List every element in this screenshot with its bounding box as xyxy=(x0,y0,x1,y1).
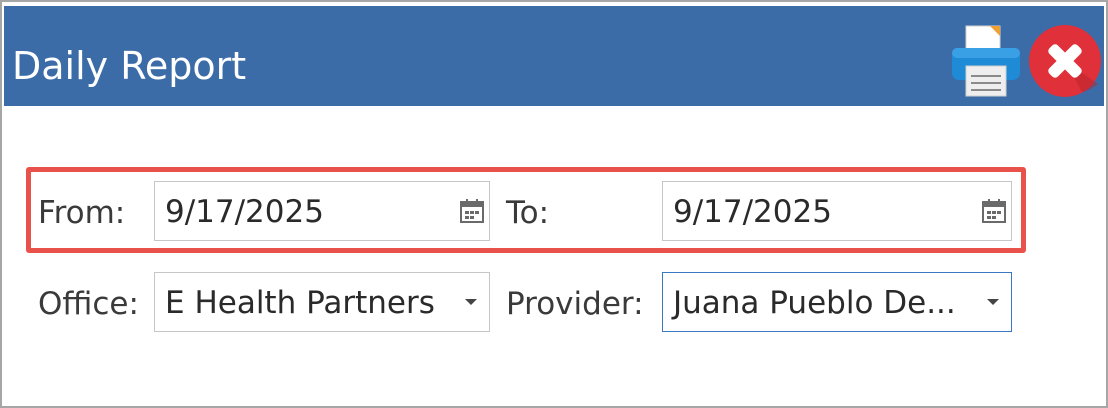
print-button[interactable] xyxy=(948,24,1024,100)
chevron-down-icon[interactable] xyxy=(465,299,477,305)
to-date-field[interactable]: 9/17/2025 xyxy=(662,181,1012,241)
close-icon xyxy=(1029,25,1101,97)
to-date-value: 9/17/2025 xyxy=(673,194,832,230)
office-label: Office: xyxy=(38,286,139,322)
provider-select[interactable]: Juana Pueblo De... xyxy=(662,272,1012,332)
chevron-down-icon[interactable] xyxy=(987,299,999,305)
calendar-icon[interactable] xyxy=(459,198,485,224)
provider-label: Provider: xyxy=(506,286,644,322)
office-value: E Health Partners xyxy=(165,285,435,321)
calendar-icon[interactable] xyxy=(981,198,1007,224)
window-title: Daily Report xyxy=(12,44,247,88)
to-label: To: xyxy=(506,195,550,231)
daily-report-window: Daily Report From: 9/17/2025 To: 9/17/20… xyxy=(0,0,1108,408)
from-date-value: 9/17/2025 xyxy=(165,194,324,230)
printer-icon xyxy=(952,25,1020,97)
provider-value: Juana Pueblo De... xyxy=(673,285,956,321)
office-select[interactable]: E Health Partners xyxy=(154,272,490,332)
title-bar: Daily Report xyxy=(4,6,1104,106)
close-button[interactable] xyxy=(1028,24,1102,98)
from-label: From: xyxy=(38,195,126,231)
from-date-field[interactable]: 9/17/2025 xyxy=(154,181,490,241)
